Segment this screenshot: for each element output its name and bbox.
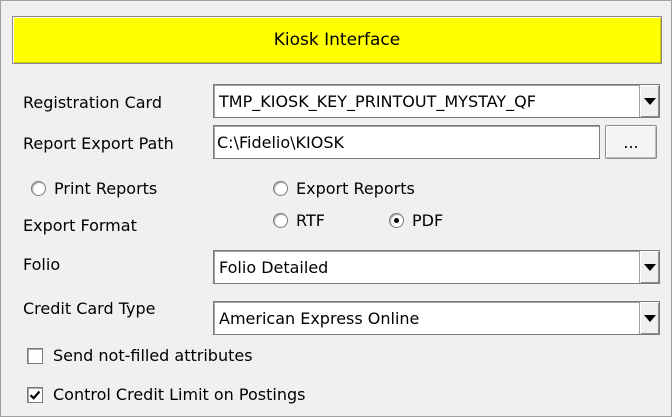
control-credit-limit-checkbox-box[interactable] [27,386,43,403]
folio-value: Folio Detailed [219,257,329,277]
credit-card-type-dropdown[interactable]: American Express Online [213,301,660,335]
report-export-path-input[interactable]: C:\Fidelio\KIOSK [213,125,600,159]
pdf-radio-circle[interactable] [389,213,404,228]
checkmark-icon [29,390,41,400]
report-export-path-label: Report Export Path [23,134,174,153]
folio-dropdown-button[interactable] [639,251,659,283]
send-not-filled-label: Send not-filled attributes [53,346,253,365]
registration-card-dropdown[interactable]: TMP_KIOSK_KEY_PRINTOUT_MYSTAY_QF [213,84,660,118]
export-reports-label: Export Reports [296,179,415,198]
control-credit-limit-checkbox[interactable]: Control Credit Limit on Postings [27,385,305,404]
rtf-label: RTF [296,211,325,230]
export-format-label: Export Format [23,216,137,235]
radio-selected-dot [394,218,399,223]
print-reports-label: Print Reports [54,179,158,198]
send-not-filled-checkbox[interactable]: Send not-filled attributes [27,346,253,365]
kiosk-interface-panel: Kiosk Interface Registration Card TMP_KI… [0,0,672,417]
chevron-down-icon [643,263,656,271]
browse-button-label: ... [623,132,639,152]
rtf-radio-circle[interactable] [273,213,288,228]
pdf-radio[interactable]: PDF [389,211,443,230]
pdf-label: PDF [412,211,444,230]
credit-card-type-dropdown-button[interactable] [639,302,659,334]
report-export-path-value: C:\Fidelio\KIOSK [217,132,344,152]
chevron-down-icon [643,314,656,322]
browse-path-button[interactable]: ... [605,125,657,159]
print-reports-radio-circle[interactable] [31,181,46,196]
print-reports-radio[interactable]: Print Reports [31,179,157,198]
send-not-filled-checkbox-box[interactable] [27,347,43,364]
rtf-radio[interactable]: RTF [273,211,325,230]
panel-header: Kiosk Interface [12,16,662,64]
folio-dropdown[interactable]: Folio Detailed [213,250,660,284]
panel-title: Kiosk Interface [273,30,401,50]
credit-card-type-value: American Express Online [219,308,420,328]
folio-label: Folio [23,255,61,274]
registration-card-label: Registration Card [23,93,162,112]
chevron-down-icon [643,97,656,105]
export-reports-radio-circle[interactable] [273,181,288,196]
control-credit-limit-label: Control Credit Limit on Postings [53,385,306,404]
registration-card-dropdown-button[interactable] [639,85,659,117]
export-reports-radio[interactable]: Export Reports [273,179,415,198]
registration-card-value: TMP_KIOSK_KEY_PRINTOUT_MYSTAY_QF [219,91,536,111]
credit-card-type-label: Credit Card Type [23,299,156,318]
